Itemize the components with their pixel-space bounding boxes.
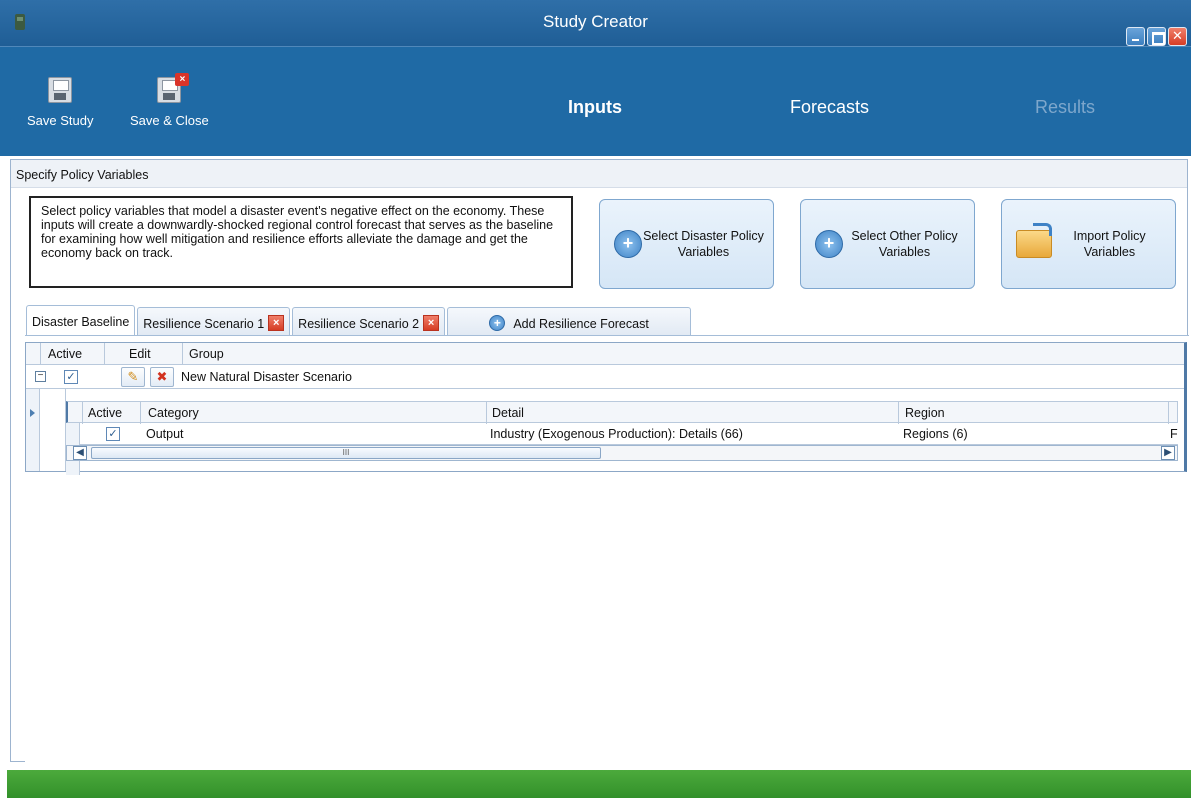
minimize-button[interactable] <box>1126 27 1145 46</box>
detail-grid-header: Active Category Detail Region <box>66 401 1178 424</box>
select-other-label: Select Other Policy Variables <box>851 229 958 259</box>
grid-header: Active Edit Group <box>26 343 1184 365</box>
detail-row[interactable]: ✓ Output Industry (Exogenous Production)… <box>66 423 1178 475</box>
group-active-checkbox[interactable]: ✓ <box>64 370 78 384</box>
detail-active-checkbox[interactable]: ✓ <box>106 427 120 441</box>
title-bar: Study Creator <box>0 0 1191 46</box>
subheader-active[interactable]: Active <box>88 406 122 420</box>
status-bar <box>7 770 1191 798</box>
scroll-thumb[interactable]: III <box>91 447 601 459</box>
close-tab-icon[interactable]: × <box>268 315 285 331</box>
import-policy-variables-button[interactable]: Import Policy Variables <box>1001 199 1176 289</box>
detail-grid: Active Category Detail Region ✓ Output I… <box>66 401 1178 475</box>
tab-inputs[interactable]: Inputs <box>568 97 622 118</box>
select-other-variables-button[interactable]: + Select Other Policy Variables <box>800 199 975 289</box>
tab-results[interactable]: Results <box>1035 97 1095 118</box>
close-window-button[interactable] <box>1168 27 1187 46</box>
scenario-tabs: Disaster Baseline Resilience Scenario 1 … <box>26 305 693 335</box>
subheader-category[interactable]: Category <box>148 406 199 420</box>
plus-circle-icon: + <box>815 230 843 258</box>
plus-circle-icon: + <box>489 315 506 331</box>
policy-grid: Active Edit Group − ✓ ✎ ✖ New Natural Di… <box>25 342 1187 475</box>
tab-resilience-scenario-2[interactable]: Resilience Scenario 2 × <box>292 307 446 335</box>
tab-disaster-baseline[interactable]: Disaster Baseline <box>26 305 136 335</box>
main-panel: Specify Policy Variables Select policy v… <box>10 159 1189 762</box>
close-tab-icon[interactable]: × <box>423 315 440 331</box>
scroll-thumb-grip: III <box>342 448 350 457</box>
detail-region: Regions (6) <box>903 427 968 441</box>
save-icon <box>46 77 74 105</box>
window-title: Study Creator <box>543 12 648 31</box>
horizontal-scrollbar[interactable]: ◀ III ▶ <box>66 445 1178 461</box>
maximize-button[interactable] <box>1147 27 1166 46</box>
group-row[interactable]: − ✓ ✎ ✖ New Natural Disaster Scenario <box>26 365 1184 389</box>
header-active[interactable]: Active <box>48 347 82 361</box>
save-close-label: Save & Close <box>130 113 209 128</box>
header-edit[interactable]: Edit <box>129 347 151 361</box>
header-group[interactable]: Group <box>189 347 224 361</box>
section-header: Specify Policy Variables <box>11 160 1187 188</box>
subheader-region[interactable]: Region <box>905 406 945 420</box>
scroll-left-icon[interactable]: ◀ <box>73 446 87 460</box>
save-close-icon: × <box>155 73 190 105</box>
detail-trailing: F <box>1170 427 1178 441</box>
save-study-label: Save Study <box>27 113 94 128</box>
delete-icon[interactable]: ✖ <box>150 367 174 387</box>
tab-label: Disaster Baseline <box>32 315 130 329</box>
description-box: Select policy variables that model a dis… <box>29 196 573 288</box>
ribbon: Save Study × Save & Close Inputs Forecas… <box>0 46 1191 156</box>
folder-import-icon <box>1016 223 1052 258</box>
plus-circle-icon: + <box>614 230 642 258</box>
window-controls <box>1126 27 1187 46</box>
detail-category: Output <box>146 427 184 441</box>
tab-label: Resilience Scenario 1 <box>143 317 265 331</box>
subheader-detail[interactable]: Detail <box>492 406 524 420</box>
group-name: New Natural Disaster Scenario <box>181 370 352 384</box>
tab-forecasts[interactable]: Forecasts <box>790 97 869 118</box>
collapse-icon[interactable]: − <box>35 371 46 382</box>
save-study-button[interactable]: Save Study <box>27 77 94 128</box>
select-disaster-variables-button[interactable]: + Select Disaster Policy Variables <box>599 199 774 289</box>
import-label: Import Policy Variables <box>1073 229 1146 259</box>
save-close-button[interactable]: × Save & Close <box>130 73 209 128</box>
row-selector[interactable] <box>26 389 40 471</box>
add-forecast-label: Add Resilience Forecast <box>513 317 649 331</box>
add-resilience-forecast-tab[interactable]: + Add Resilience Forecast <box>447 307 692 335</box>
scroll-right-icon[interactable]: ▶ <box>1161 446 1175 460</box>
tab-resilience-scenario-1[interactable]: Resilience Scenario 1 × <box>137 307 291 335</box>
pencil-icon[interactable]: ✎ <box>121 367 145 387</box>
tab-label: Resilience Scenario 2 <box>298 317 420 331</box>
select-disaster-label: Select Disaster Policy Variables <box>643 229 764 259</box>
detail-detail: Industry (Exogenous Production): Details… <box>490 427 743 441</box>
tab-content: Active Edit Group − ✓ ✎ ✖ New Natural Di… <box>25 335 1189 762</box>
